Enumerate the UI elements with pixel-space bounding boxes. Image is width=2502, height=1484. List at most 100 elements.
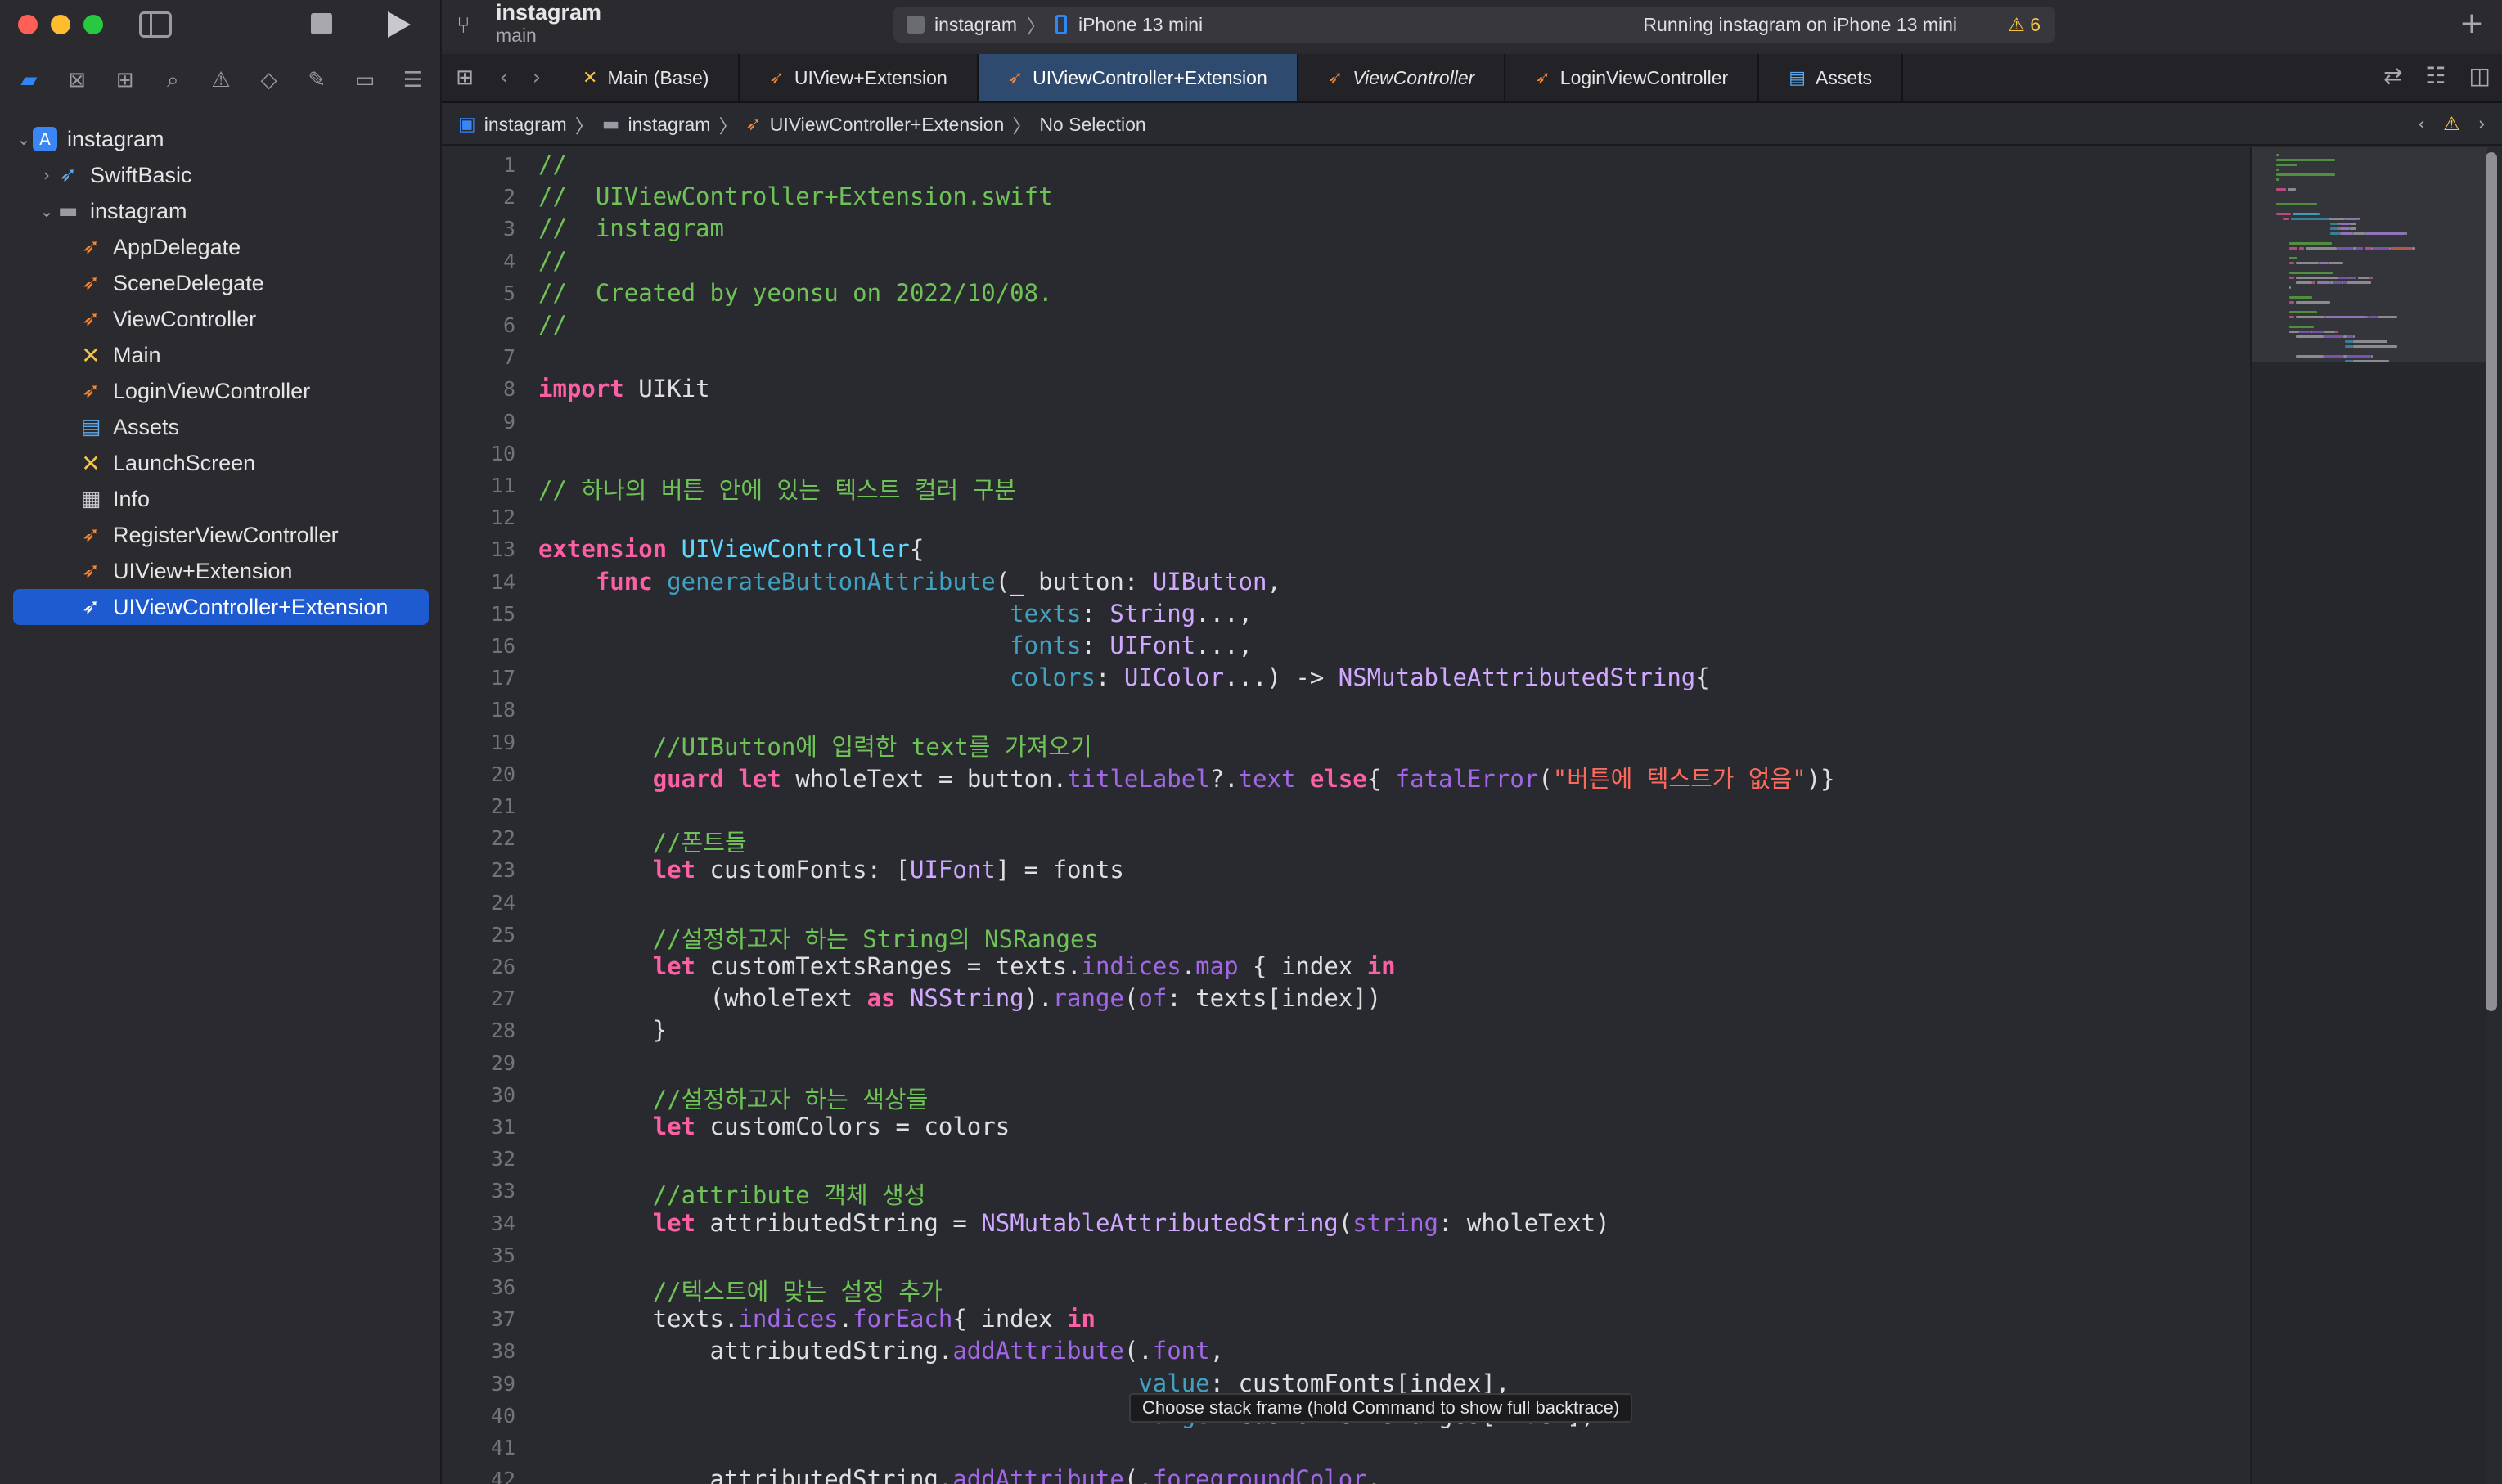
editor-tab[interactable]: ➶ LoginViewController: [1505, 54, 1760, 101]
editor-tab[interactable]: ➶ UIView+Extension: [740, 54, 979, 101]
code-line[interactable]: let customColors = colors: [538, 1113, 1010, 1140]
navigator-selector-bar: ▰ ⊠ ⊞ ⌕ ⚠ ◇ ✎ ▭ ☰: [0, 65, 442, 95]
jump-group[interactable]: instagram: [628, 114, 710, 136]
back-arrow-icon[interactable]: ‹: [500, 65, 508, 90]
jump-file[interactable]: UIViewController+Extension: [770, 114, 1005, 136]
code-line[interactable]: let customFonts: [UIFont] = fonts: [538, 856, 1124, 884]
code-line[interactable]: //: [538, 311, 567, 339]
navigator-item[interactable]: ▤ Assets: [0, 409, 442, 445]
minimize-window-button[interactable]: [51, 15, 70, 34]
jump-selection[interactable]: No Selection: [1039, 114, 1145, 136]
editor-options-icon[interactable]: ☷: [2425, 62, 2446, 89]
code-line[interactable]: extension UIViewController{: [538, 535, 924, 563]
code-line[interactable]: let customTextsRanges = texts.indices.ma…: [538, 952, 1396, 980]
navigator-item[interactable]: ▦ Info: [0, 481, 442, 517]
line-number: 25: [490, 922, 515, 947]
minimap-mark: [2330, 232, 2340, 235]
editor-tab[interactable]: ✕ Main (Base): [553, 54, 740, 101]
navigator-item[interactable]: ➶ UIViewController+Extension: [13, 589, 429, 625]
code-line[interactable]: fonts: UIFont...,: [538, 632, 1253, 659]
code-line[interactable]: (wholeText as NSString).range(of: texts[…: [538, 984, 1382, 1012]
code-line[interactable]: attributedString.addAttribute(.font,: [538, 1337, 1225, 1365]
navigator-item[interactable]: ➶ UIView+Extension: [0, 553, 442, 589]
forward-arrow-icon[interactable]: ›: [533, 65, 541, 90]
symbol-navigator-icon[interactable]: ⊞: [113, 68, 137, 92]
close-window-button[interactable]: [18, 15, 38, 34]
navigator-item[interactable]: ➶ ViewController: [0, 301, 442, 337]
disclosure-open-icon[interactable]: ⌄: [15, 129, 33, 149]
navigator-item[interactable]: ➶ SceneDelegate: [0, 265, 442, 301]
activity-view[interactable]: instagram 〉 iPhone 13 mini Running insta…: [893, 7, 2055, 43]
code-line[interactable]: // instagram: [538, 214, 724, 242]
code-line[interactable]: colors: UIColor...) -> NSMutableAttribut…: [538, 663, 1710, 691]
code-line[interactable]: //설정하고자 하는 색상들: [538, 1081, 929, 1115]
code-line[interactable]: guard let wholeText = button.titleLabel?…: [538, 760, 1835, 794]
disclosure-open-icon[interactable]: ⌄: [38, 201, 56, 221]
sidebar-toggle-icon[interactable]: [139, 11, 172, 38]
code-line[interactable]: //attribute 객체 생성: [538, 1176, 926, 1211]
navigator-item[interactable]: ⌄ Ainstagram: [0, 121, 442, 157]
minimap-visible-region[interactable]: [2252, 147, 2487, 362]
split-editor-icon[interactable]: ◫: [2469, 62, 2491, 89]
code-line[interactable]: let attributedString = NSMutableAttribut…: [538, 1209, 1610, 1237]
warning-badge[interactable]: ⚠ 6: [2008, 14, 2041, 36]
previous-issue-icon[interactable]: ‹: [2418, 114, 2425, 135]
editor-tab[interactable]: ➶ ViewController: [1298, 54, 1506, 101]
code-token: // UIViewController+Extension.swift: [538, 182, 1053, 211]
scheme-project[interactable]: instagram: [934, 14, 1017, 36]
jump-project[interactable]: instagram: [484, 114, 567, 136]
code-line[interactable]: texts: String...,: [538, 600, 1253, 627]
source-control-navigator-icon[interactable]: ⊠: [65, 68, 89, 92]
code-line[interactable]: attributedString.addAttribute(.foregroun…: [538, 1465, 1382, 1484]
editor-tab-label: LoginViewController: [1559, 66, 1729, 88]
navigator-item[interactable]: › ➶ SwiftBasic: [0, 157, 442, 193]
code-line[interactable]: //: [538, 247, 567, 275]
zoom-window-button[interactable]: [83, 15, 103, 34]
scheme-device[interactable]: iPhone 13 mini: [1078, 14, 1203, 36]
warning-icon[interactable]: ⚠: [2443, 114, 2460, 135]
issue-navigator-icon[interactable]: ⚠: [209, 68, 233, 92]
minimap[interactable]: [2250, 147, 2487, 1484]
code-line[interactable]: import UIKit: [538, 375, 710, 402]
code-line[interactable]: texts.indices.forEach{ index in: [538, 1305, 1096, 1333]
debug-navigator-icon[interactable]: ✎: [304, 68, 329, 92]
code-line[interactable]: //폰트들: [538, 824, 747, 858]
code-line[interactable]: //텍스트에 맞는 설정 추가: [538, 1273, 943, 1307]
source-editor[interactable]: 1 // 2 // UIViewController+Extension.swift 3…: [442, 147, 2250, 1484]
breakpoint-navigator-icon[interactable]: ▭: [353, 68, 377, 92]
code-line[interactable]: func generateButtonAttribute(_ button: U…: [538, 568, 1281, 596]
project-title[interactable]: instagram: [496, 0, 601, 25]
code-line[interactable]: //설정하고자 하는 String의 NSRanges: [538, 920, 1099, 955]
stop-icon[interactable]: [311, 13, 332, 34]
related-items-icon[interactable]: ⊞: [442, 65, 488, 90]
navigator-item[interactable]: ✕ LaunchScreen: [0, 445, 442, 481]
code-line[interactable]: // 하나의 버튼 안에 있는 텍스트 컬러 구분: [538, 471, 1016, 506]
branch-icon[interactable]: ⑂: [457, 11, 479, 38]
navigator-item[interactable]: ➶ AppDelegate: [0, 229, 442, 265]
code-line[interactable]: // UIViewController+Extension.swift: [538, 182, 1053, 210]
editor-tab[interactable]: ▤ Assets: [1759, 54, 1904, 101]
navigator-item[interactable]: ✕ Main: [0, 337, 442, 373]
minimap-mark: [2289, 272, 2333, 274]
swap-icon[interactable]: ⇄: [2383, 62, 2402, 89]
navigator-item[interactable]: ➶ RegisterViewController: [0, 517, 442, 553]
disclosure-closed-icon[interactable]: ›: [38, 165, 56, 185]
code-line[interactable]: //UIButton에 입력한 text를 가져오기: [538, 728, 1092, 762]
test-navigator-icon[interactable]: ◇: [257, 68, 281, 92]
next-issue-icon[interactable]: ›: [2478, 114, 2486, 135]
minimap-mark: [2289, 242, 2332, 245]
editor-tab[interactable]: ➶ UIViewController+Extension: [978, 54, 1298, 101]
find-navigator-icon[interactable]: ⌕: [160, 68, 185, 92]
navigator-item[interactable]: ➶ LoginViewController: [0, 373, 442, 409]
code-line[interactable]: // Created by yeonsu on 2022/10/08.: [538, 279, 1053, 307]
vertical-scrollbar[interactable]: [2486, 152, 2497, 1011]
code-line[interactable]: //: [538, 151, 567, 178]
code-line[interactable]: }: [538, 1016, 667, 1044]
code-token: //attribute 객체 생성: [652, 1181, 926, 1210]
run-icon[interactable]: [388, 11, 411, 38]
project-navigator-icon[interactable]: ▰: [16, 68, 41, 92]
add-icon[interactable]: +: [2459, 7, 2484, 40]
navigator-item[interactable]: ⌄ ▬ instagram: [0, 193, 442, 229]
report-navigator-icon[interactable]: ☰: [401, 68, 425, 92]
